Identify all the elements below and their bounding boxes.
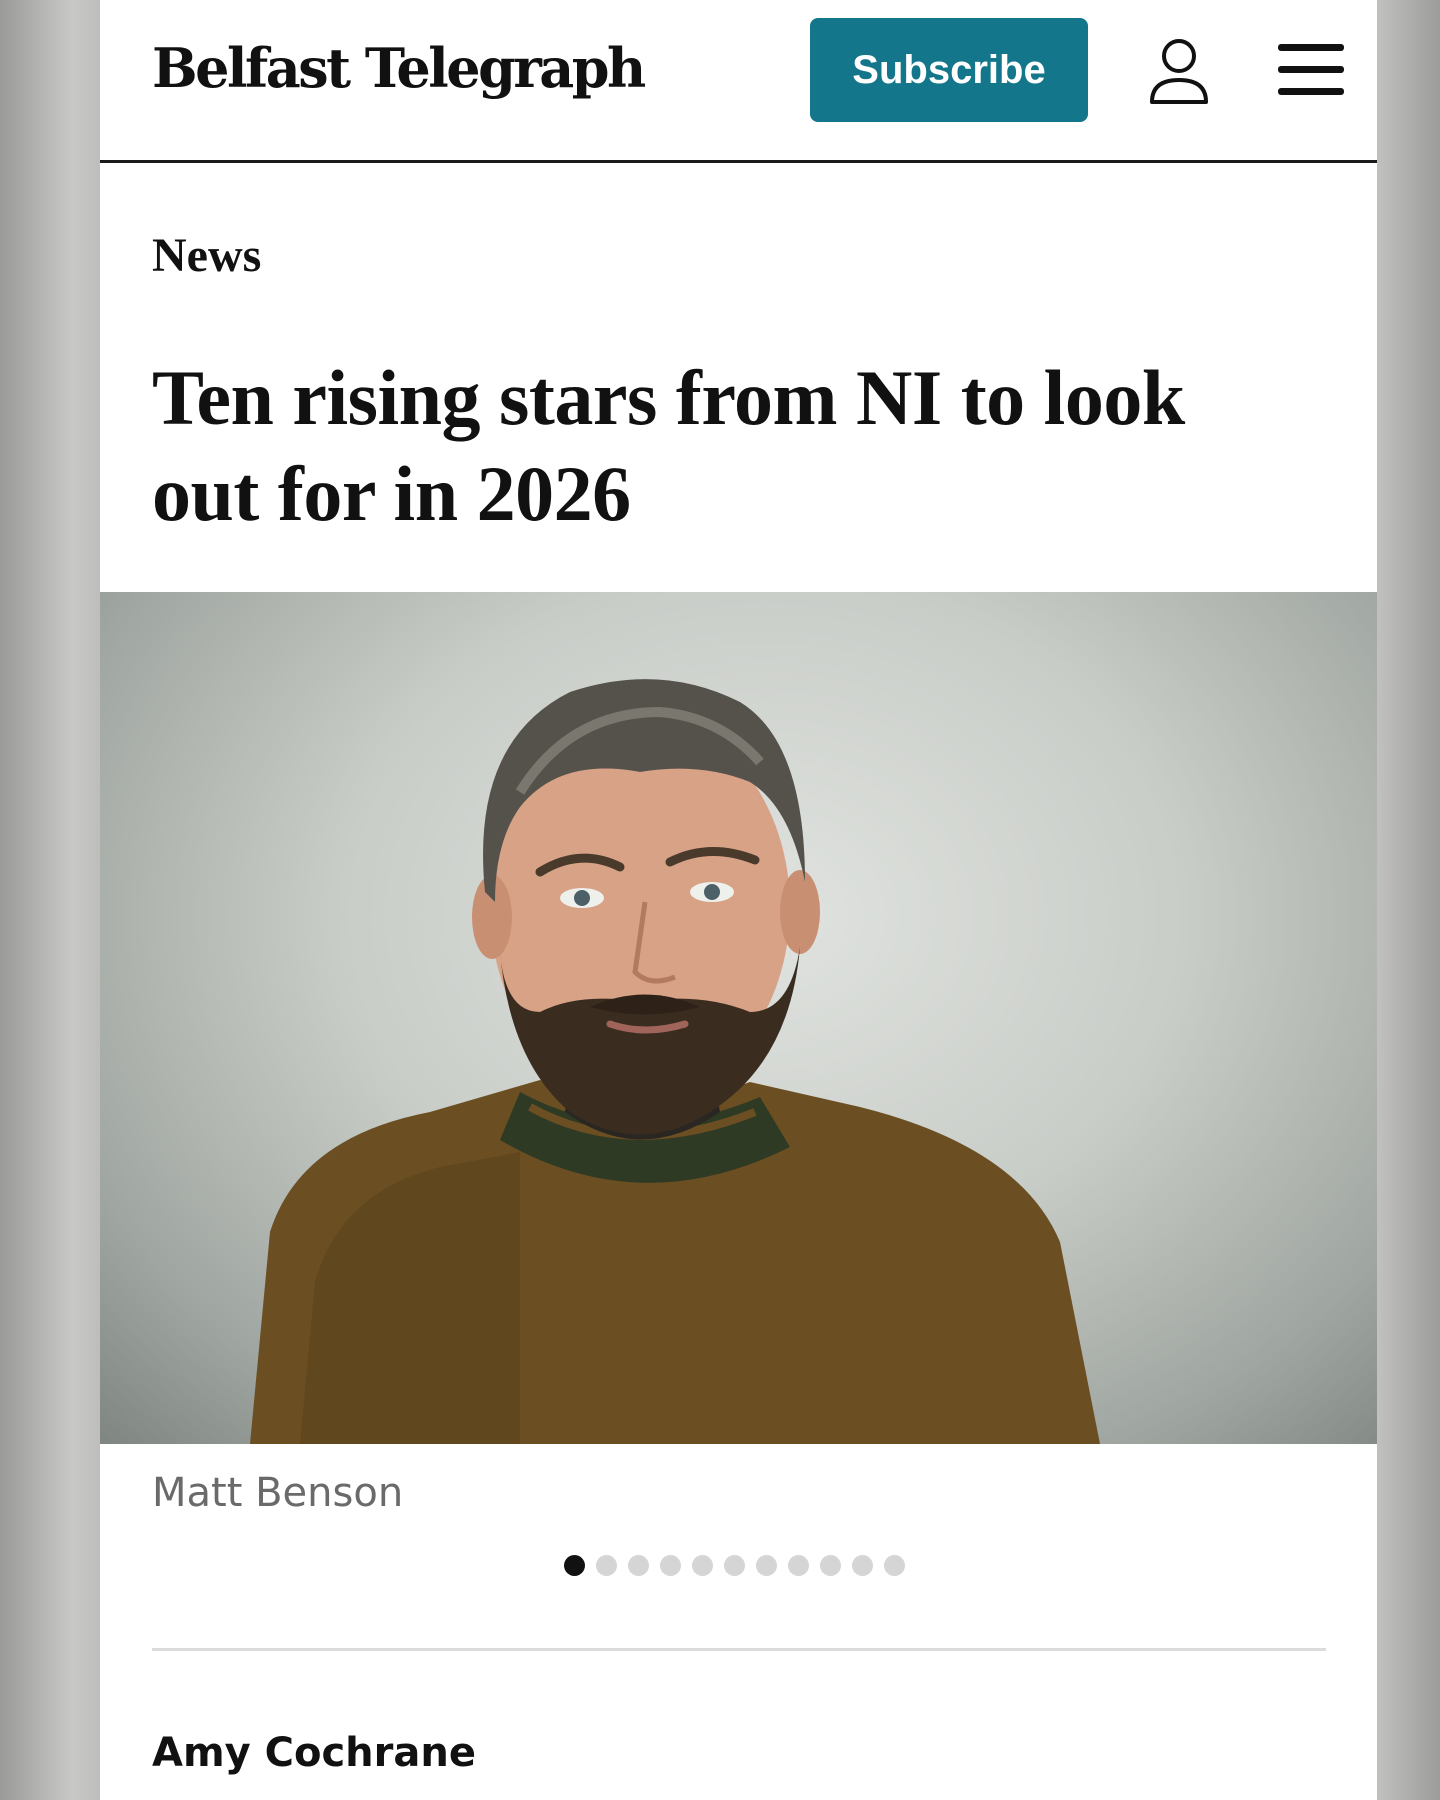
- author-name[interactable]: Amy Cochrane: [152, 1730, 476, 1776]
- site-logo[interactable]: Belfast Telegraph: [152, 36, 646, 100]
- gallery-dot[interactable]: [756, 1555, 777, 1576]
- gallery-dot[interactable]: [564, 1555, 585, 1576]
- photo-caption: Matt Benson: [152, 1470, 404, 1516]
- gallery-pagination: [564, 1555, 905, 1577]
- article-headline: Ten rising stars from NI to look out for…: [152, 354, 1185, 537]
- site-header: Belfast Telegraph Subscribe: [100, 0, 1377, 163]
- gallery-dot[interactable]: [852, 1555, 873, 1576]
- portrait-illustration: [250, 679, 1100, 1444]
- gallery-dot[interactable]: [596, 1555, 617, 1576]
- hamburger-menu-icon[interactable]: [1276, 40, 1346, 100]
- gallery-dot[interactable]: [660, 1555, 681, 1576]
- gallery-dot[interactable]: [788, 1555, 809, 1576]
- gallery-photo[interactable]: [100, 592, 1377, 1444]
- gallery-dot[interactable]: [884, 1555, 905, 1576]
- gallery-dot[interactable]: [692, 1555, 713, 1576]
- section-label[interactable]: News: [152, 228, 261, 283]
- gallery-dot[interactable]: [724, 1555, 745, 1576]
- gallery-dot[interactable]: [820, 1555, 841, 1576]
- subscribe-button[interactable]: Subscribe: [810, 18, 1088, 122]
- user-account-icon[interactable]: [1148, 36, 1210, 106]
- gallery-dot[interactable]: [628, 1555, 649, 1576]
- divider: [152, 1648, 1326, 1651]
- article-page: Belfast Telegraph Subscribe News Ten ris…: [100, 0, 1377, 1800]
